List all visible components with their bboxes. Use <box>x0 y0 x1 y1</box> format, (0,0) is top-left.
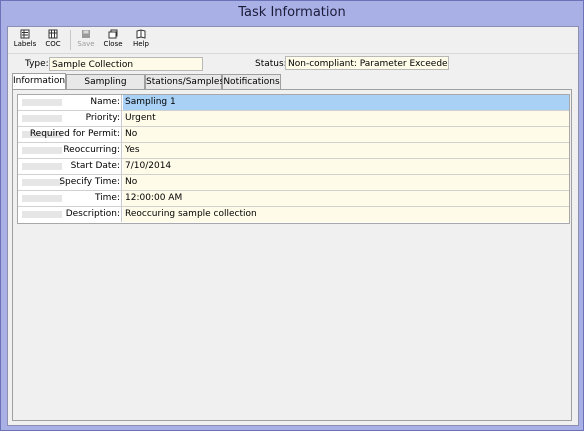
labels-icon <box>20 29 30 39</box>
property-value[interactable]: Reoccuring sample collection <box>123 207 569 222</box>
type-label: Type: <box>25 59 49 69</box>
property-row-specify-time[interactable]: Specify Time: No <box>18 175 569 191</box>
property-value[interactable]: Yes <box>123 143 569 158</box>
save-button-label: Save <box>77 40 95 48</box>
property-label: Description: <box>18 207 122 222</box>
properties-grid: Name: Sampling 1 Priority: Urgent Requir… <box>17 94 570 224</box>
labels-button[interactable]: Labels <box>13 29 37 51</box>
window-title: Task Information <box>238 5 346 20</box>
save-button[interactable]: Save <box>74 29 98 51</box>
property-row-priority[interactable]: Priority: Urgent <box>18 111 569 127</box>
coc-button[interactable]: COC <box>41 29 65 51</box>
tab-information[interactable]: Information <box>12 73 66 89</box>
help-button-label: Help <box>133 40 149 48</box>
close-icon <box>108 29 118 39</box>
help-button[interactable]: Help <box>129 29 153 51</box>
help-icon <box>136 29 146 39</box>
tab-sampling-defaults[interactable]: Sampling Defaults <box>66 74 145 101</box>
toolbar-separator <box>70 30 71 50</box>
type-field[interactable]: Sample Collection <box>49 57 203 71</box>
property-value[interactable]: No <box>123 127 569 142</box>
property-value[interactable]: No <box>123 175 569 190</box>
property-row-required-for-permit[interactable]: Required for Permit: No <box>18 127 569 143</box>
property-label: Reoccurring: <box>18 143 122 158</box>
property-value[interactable]: Urgent <box>123 111 569 126</box>
property-value[interactable]: 12:00:00 AM <box>123 191 569 206</box>
property-label: Time: <box>18 191 122 206</box>
property-value[interactable]: 7/10/2014 <box>123 159 569 174</box>
property-label: Name: <box>18 95 122 110</box>
property-row-time[interactable]: Time: 12:00:00 AM <box>18 191 569 207</box>
property-row-name[interactable]: Name: Sampling 1 <box>18 95 569 111</box>
close-button-label: Close <box>103 40 123 48</box>
tab-stations-samples[interactable]: Stations/Samples <box>145 74 224 89</box>
status-field[interactable]: Non-compliant: Parameter Exceedence <box>285 56 449 70</box>
property-row-start-date[interactable]: Start Date: 7/10/2014 <box>18 159 569 175</box>
property-row-description[interactable]: Description: Reoccuring sample collectio… <box>18 207 569 223</box>
property-row-reoccurring[interactable]: Reoccurring: Yes <box>18 143 569 159</box>
close-button[interactable]: Close <box>100 29 126 51</box>
coc-button-label: COC <box>45 40 61 48</box>
coc-icon <box>48 29 58 39</box>
property-label: Start Date: <box>18 159 122 174</box>
information-panel: Name: Sampling 1 Priority: Urgent Requir… <box>12 89 572 421</box>
tab-notifications[interactable]: Notifications <box>222 74 281 89</box>
property-label: Specify Time: <box>18 175 122 190</box>
status-label: Status: <box>255 59 287 69</box>
window-client-area: Labels COC Save Close Help Type: Sample … <box>7 26 579 426</box>
save-icon <box>82 30 90 38</box>
property-value[interactable]: Sampling 1 <box>123 95 569 110</box>
labels-button-label: Labels <box>13 40 37 48</box>
property-label: Required for Permit: <box>18 127 122 142</box>
task-information-window: Task Information Labels COC Save Close H… <box>0 0 584 431</box>
property-label: Priority: <box>18 111 122 126</box>
toolbar: Labels COC Save Close Help <box>8 27 578 54</box>
